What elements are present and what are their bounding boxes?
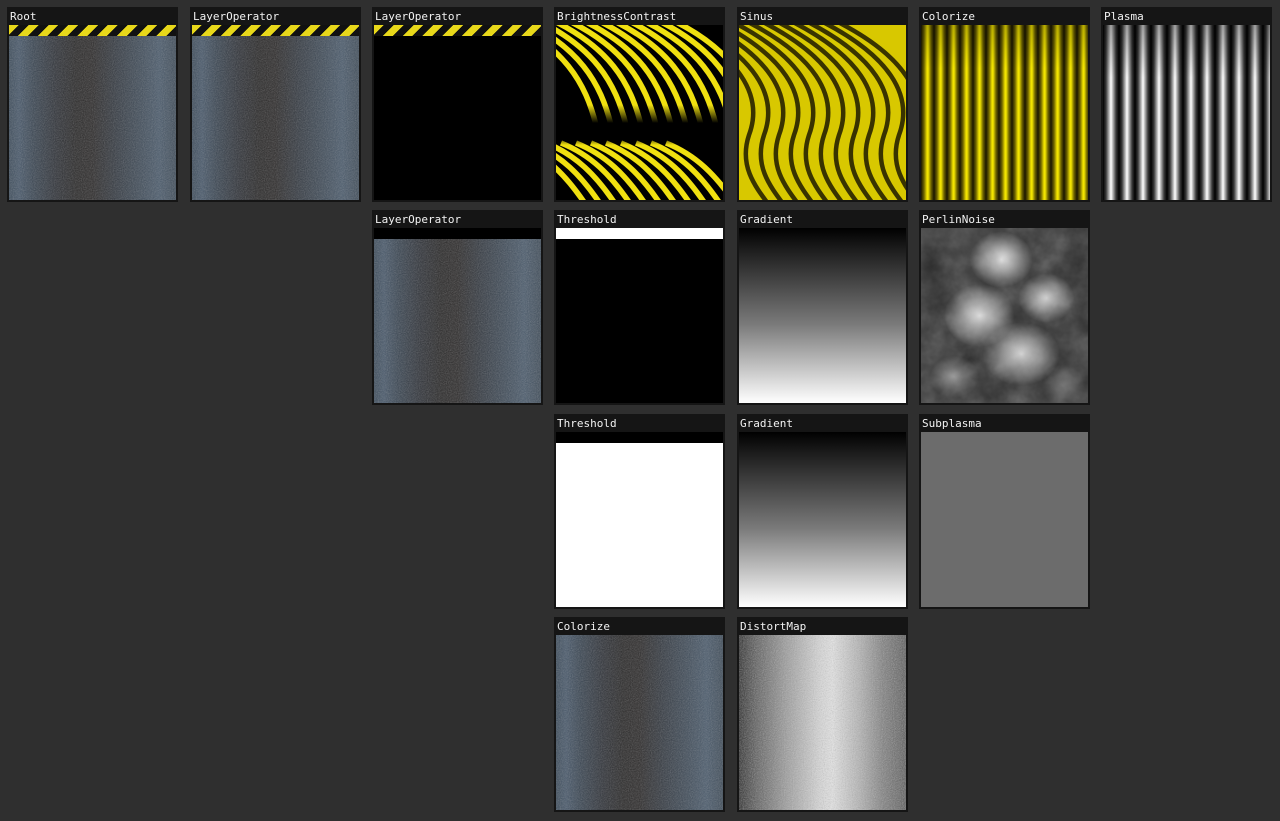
node-root[interactable]: Root	[7, 7, 178, 202]
texture-preview	[556, 635, 723, 810]
node-perlin-noise[interactable]: PerlinNoise	[919, 210, 1090, 405]
node-layer-operator-3[interactable]: LayerOperator	[372, 210, 543, 405]
hazard-stripe-bar	[192, 25, 359, 36]
node-title: Colorize	[922, 10, 975, 23]
node-title: LayerOperator	[375, 10, 462, 23]
hazard-stripe-bar	[374, 25, 541, 36]
texture-preview	[192, 25, 359, 200]
node-title: Gradient	[740, 417, 793, 430]
node-title: DistortMap	[740, 620, 807, 633]
yellow-wave-texture	[739, 25, 906, 200]
node-distort-map[interactable]: DistortMap	[737, 617, 908, 812]
texture-preview	[739, 25, 906, 200]
node-graph-canvas[interactable]: Root LayerOperator LayerOperator Brightn…	[0, 0, 1280, 821]
node-title: Threshold	[557, 213, 617, 226]
texture-preview	[9, 25, 176, 200]
texture-preview	[556, 25, 723, 200]
node-title: Sinus	[740, 10, 774, 23]
node-sinus[interactable]: Sinus	[737, 7, 908, 202]
node-title: PerlinNoise	[922, 213, 995, 226]
texture-preview	[921, 228, 1088, 403]
texture-preview	[921, 432, 1088, 607]
node-colorize-1[interactable]: Colorize	[919, 7, 1090, 202]
texture-preview	[739, 432, 906, 607]
node-threshold-1[interactable]: Threshold	[554, 210, 725, 405]
node-plasma[interactable]: Plasma	[1101, 7, 1272, 202]
node-gradient-2[interactable]: Gradient	[737, 414, 908, 609]
node-colorize-2[interactable]: Colorize	[554, 617, 725, 812]
texture-preview	[739, 228, 906, 403]
node-title: Colorize	[557, 620, 610, 633]
yellow-wave-texture	[556, 25, 723, 200]
texture-preview	[556, 228, 723, 403]
node-gradient-1[interactable]: Gradient	[737, 210, 908, 405]
node-title: Subplasma	[922, 417, 982, 430]
node-title: Plasma	[1104, 10, 1144, 23]
node-title: Threshold	[557, 417, 617, 430]
texture-preview	[921, 25, 1088, 200]
texture-preview	[374, 228, 541, 403]
node-subplasma[interactable]: Subplasma	[919, 414, 1090, 609]
node-title: LayerOperator	[193, 10, 280, 23]
texture-preview	[556, 432, 723, 607]
texture-preview	[374, 25, 541, 200]
node-title: Root	[10, 10, 37, 23]
texture-preview	[739, 635, 906, 810]
node-title: Gradient	[740, 213, 793, 226]
node-threshold-2[interactable]: Threshold	[554, 414, 725, 609]
node-title: LayerOperator	[375, 213, 462, 226]
node-layer-operator-1[interactable]: LayerOperator	[190, 7, 361, 202]
node-title: BrightnessContrast	[557, 10, 677, 23]
hazard-stripe-bar	[9, 25, 176, 36]
texture-preview	[1103, 25, 1270, 200]
node-layer-operator-2[interactable]: LayerOperator	[372, 7, 543, 202]
node-brightness-contrast[interactable]: BrightnessContrast	[554, 7, 725, 202]
